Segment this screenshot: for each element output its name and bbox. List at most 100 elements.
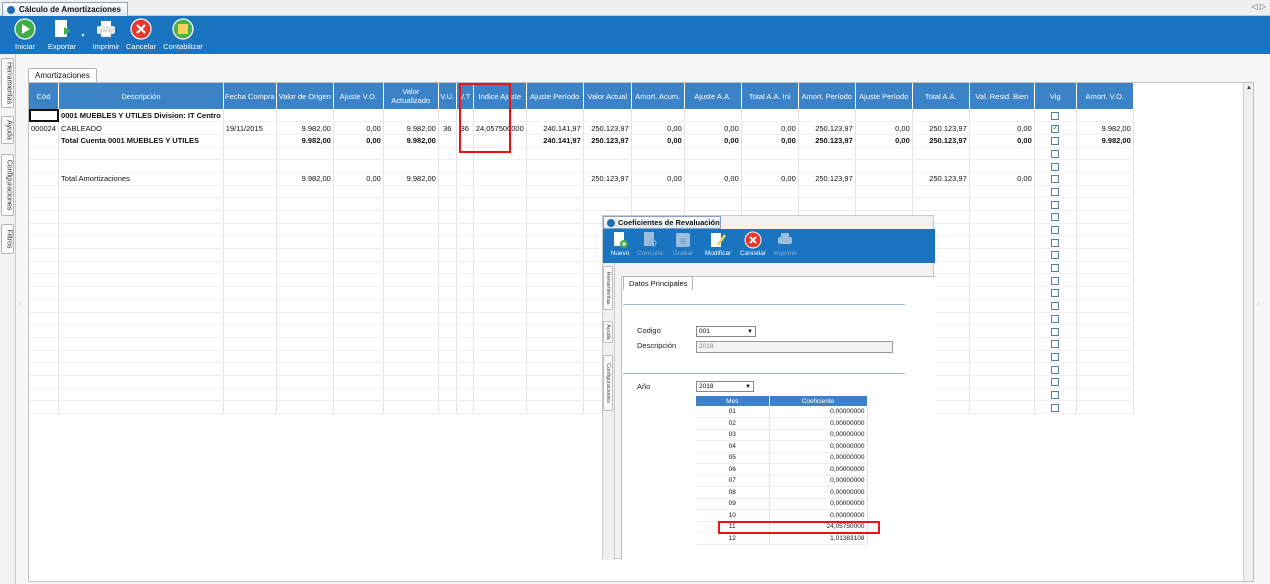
table-row[interactable]: [29, 210, 1134, 224]
vig-checkbox[interactable]: [1051, 327, 1060, 336]
coef-row[interactable]: 02 0,00000000: [696, 417, 868, 430]
tab-amortizaciones[interactable]: Amortizaciones: [28, 68, 97, 82]
side-tab-filtros[interactable]: Filtros: [1, 224, 14, 254]
column-header[interactable]: Amort. V.O.: [1076, 83, 1134, 109]
vig-checkbox[interactable]: [1051, 111, 1060, 120]
column-header[interactable]: V.U.: [438, 83, 457, 109]
contabilizar-button[interactable]: Contabilizar: [162, 18, 204, 52]
table-row[interactable]: Total Amortizaciones 9.982,00 0,00 9.982,00…: [29, 172, 1134, 186]
vig-checkbox[interactable]: [1051, 352, 1060, 361]
exportar-button[interactable]: Exportar: [45, 18, 79, 52]
vertical-scrollbar[interactable]: ▲: [1243, 83, 1253, 581]
column-header[interactable]: Valor Actualizado: [383, 83, 439, 109]
tab-datos-principales[interactable]: Datos Principales: [623, 276, 694, 290]
table-row[interactable]: [29, 337, 1134, 351]
column-header[interactable]: Ajuste Período: [526, 83, 584, 109]
vig-checkbox[interactable]: [1051, 251, 1060, 260]
coef-row[interactable]: 06 0,00000000: [696, 463, 868, 476]
vig-checkbox[interactable]: [1051, 289, 1060, 298]
table-row[interactable]: [29, 362, 1134, 376]
vig-checkbox[interactable]: [1051, 175, 1060, 184]
table-row[interactable]: [29, 400, 1134, 414]
vig-checkbox[interactable]: [1051, 200, 1060, 209]
vig-checkbox[interactable]: [1051, 226, 1060, 235]
coef-row[interactable]: 10 0,00000000: [696, 509, 868, 522]
table-row[interactable]: 000024 CABLEADO 19/11/2015 9.982,00 0,00 9.98…: [29, 121, 1134, 135]
vig-checkbox[interactable]: [1051, 314, 1060, 323]
column-header[interactable]: Ajuste Período: [855, 83, 913, 109]
table-row[interactable]: [29, 185, 1134, 199]
grabar-button[interactable]: Grabar: [671, 231, 695, 257]
column-header[interactable]: Cód: [29, 83, 60, 109]
cancelar-button[interactable]: Cancelar: [125, 18, 157, 52]
popup-side-tab-configuraciones[interactable]: Configuraciones: [603, 355, 613, 411]
scroll-up-icon[interactable]: ▲: [1246, 85, 1252, 91]
table-row[interactable]: [29, 299, 1134, 313]
iniciar-button[interactable]: Iniciar: [10, 18, 40, 52]
vig-checkbox[interactable]: [1051, 365, 1060, 374]
modificar-button[interactable]: Modificar: [703, 231, 733, 257]
vig-checkbox[interactable]: [1051, 378, 1060, 387]
vig-checkbox[interactable]: [1051, 213, 1060, 222]
coef-row[interactable]: 04 0,00000000: [696, 440, 868, 453]
column-header[interactable]: Valor Actual: [583, 83, 632, 109]
document-tab[interactable]: Cálculo de Amortizaciones: [2, 2, 128, 16]
column-header[interactable]: Indice Ajuste: [473, 83, 527, 109]
imprimir-button[interactable]: Imprimir: [90, 18, 122, 52]
side-tab-configuraciones[interactable]: Configuraciones: [1, 154, 14, 216]
coef-row[interactable]: 12 1,01383108: [696, 532, 868, 545]
vig-checkbox[interactable]: [1051, 340, 1060, 349]
anio-select[interactable]: 2018 ▼: [696, 381, 754, 392]
consulta-button[interactable]: Consulta: [636, 231, 664, 257]
table-row[interactable]: [29, 223, 1134, 237]
column-header[interactable]: Amort. Acum.: [631, 83, 685, 109]
column-header[interactable]: Total A.A. Ini: [741, 83, 799, 109]
coef-row[interactable]: 11 24,05750000: [696, 521, 868, 533]
chevron-right-icon[interactable]: ›: [1256, 296, 1260, 310]
table-row[interactable]: [29, 261, 1134, 275]
table-row[interactable]: [29, 273, 1134, 288]
coef-column-header[interactable]: Coeficiente: [769, 396, 868, 406]
coef-row[interactable]: 07 0,00000000: [696, 475, 868, 487]
coef-row[interactable]: 05 0,00000000: [696, 452, 868, 464]
coef-column-header[interactable]: Mes: [696, 396, 770, 406]
column-header[interactable]: Ajuste V.O.: [333, 83, 384, 109]
nav-prev-icon[interactable]: ◁: [1251, 2, 1257, 11]
vig-checkbox[interactable]: [1051, 390, 1060, 399]
coef-row[interactable]: 09 0,00000000: [696, 498, 868, 510]
vig-checkbox[interactable]: [1051, 123, 1060, 133]
coef-row[interactable]: 01 0,00000000: [696, 406, 868, 418]
table-row[interactable]: [29, 375, 1134, 389]
vig-checkbox[interactable]: [1051, 187, 1060, 196]
table-row[interactable]: [29, 286, 1134, 300]
vig-checkbox[interactable]: [1051, 276, 1060, 285]
vig-checkbox[interactable]: [1051, 162, 1060, 171]
table-row[interactable]: Total Cuenta 0001 MUEBLES Y UTILES 9.982,…: [29, 134, 1134, 148]
vig-checkbox[interactable]: [1051, 403, 1060, 412]
table-row[interactable]: [29, 248, 1134, 262]
column-header[interactable]: Ajuste A.A.: [684, 83, 742, 109]
table-row[interactable]: [29, 235, 1134, 250]
coef-row[interactable]: 03 0,00000000: [696, 429, 868, 441]
descripcion-field[interactable]: 2018: [696, 341, 893, 353]
coef-row[interactable]: 08 0,00000000: [696, 486, 868, 499]
vig-checkbox[interactable]: [1051, 137, 1060, 146]
table-row[interactable]: [29, 350, 1134, 364]
vig-checkbox[interactable]: [1051, 302, 1060, 311]
table-row[interactable]: [29, 159, 1134, 173]
column-header[interactable]: Valor de Origen: [276, 83, 334, 109]
table-row[interactable]: [29, 197, 1134, 211]
popup-cancelar-button[interactable]: Cancelar: [738, 231, 768, 257]
column-header[interactable]: Fecha Compra: [223, 83, 277, 109]
vig-checkbox[interactable]: [1051, 149, 1060, 158]
table-row[interactable]: 0001 MUEBLES Y UTILES Division: IT Centr…: [29, 109, 1134, 123]
vig-checkbox[interactable]: [1051, 264, 1060, 273]
column-header[interactable]: Amort. Período: [798, 83, 856, 109]
nav-next-icon[interactable]: ▷: [1260, 2, 1266, 11]
column-header[interactable]: Total A.A.: [912, 83, 970, 109]
vig-checkbox[interactable]: [1051, 238, 1060, 247]
column-header[interactable]: Val. Resid. Bien: [969, 83, 1035, 109]
table-row[interactable]: [29, 324, 1134, 338]
column-header[interactable]: Vig: [1034, 83, 1077, 109]
popup-tab[interactable]: Coeficientes de Revaluación: [603, 216, 721, 229]
